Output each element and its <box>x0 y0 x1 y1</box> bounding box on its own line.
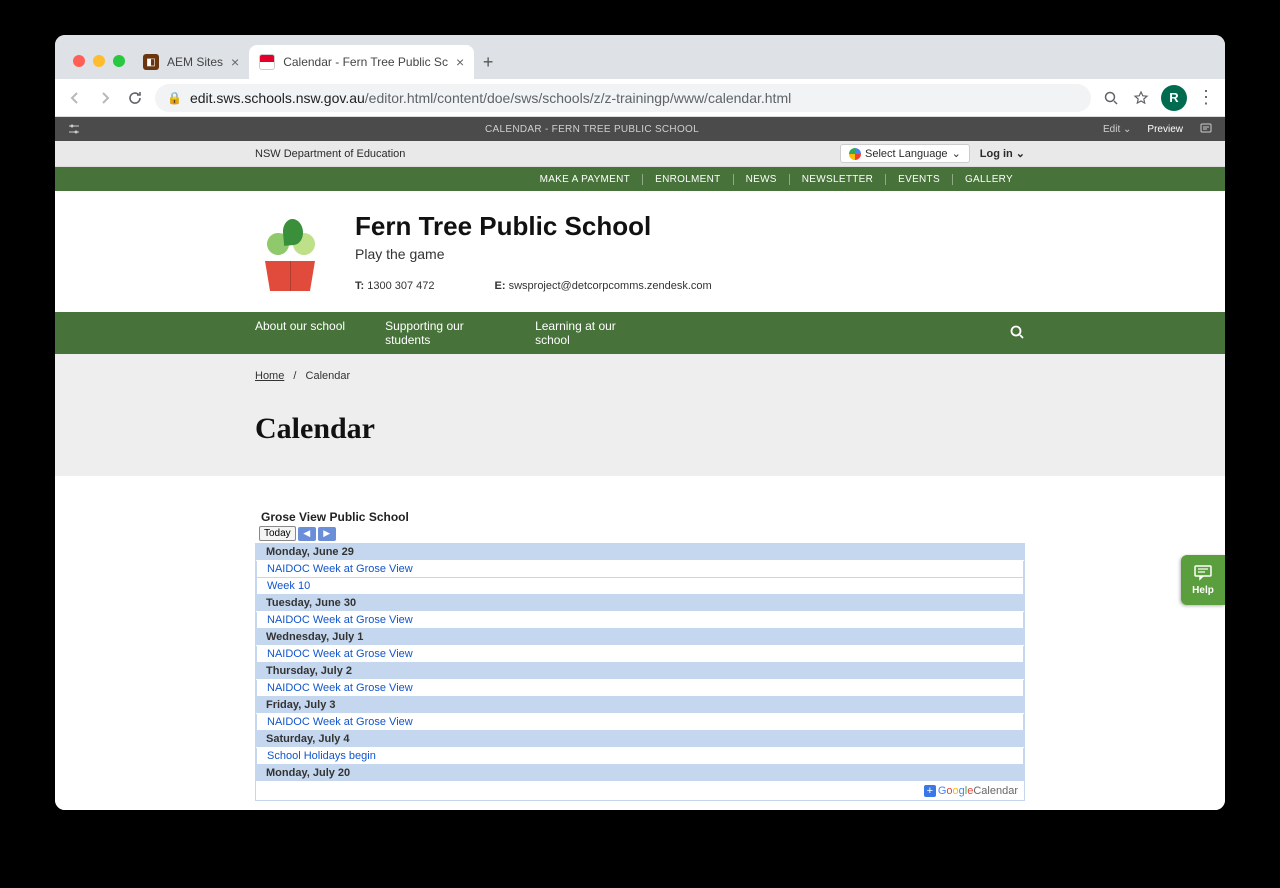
browser-tab-calendar[interactable]: Calendar - Fern Tree Public Sc × <box>249 45 474 79</box>
calendar-day-header: Monday, July 20 <box>256 765 1024 782</box>
quick-links: MAKE A PAYMENTENROLMENTNEWSNEWSLETTEREVE… <box>55 167 1225 191</box>
tab-title: AEM Sites <box>167 55 223 69</box>
phone: T: 1300 307 472 <box>355 280 435 292</box>
forward-button[interactable] <box>95 88 115 108</box>
url-field[interactable]: 🔒 edit.sws.schools.nsw.gov.au/editor.htm… <box>155 84 1091 112</box>
nav-item-supporting-our-students[interactable]: Supporting our students <box>385 319 495 348</box>
calendar-event[interactable]: Week 10 <box>256 578 1024 595</box>
new-tab-button[interactable]: + <box>474 48 502 76</box>
close-tab-icon[interactable]: × <box>456 54 464 70</box>
preview-button[interactable]: Preview <box>1147 124 1183 135</box>
page-title: Calendar <box>255 412 1025 446</box>
page-header-area: Home / Calendar Calendar <box>55 354 1225 476</box>
tab-title: Calendar - Fern Tree Public Sc <box>283 55 448 69</box>
school-motto: Play the game <box>355 246 712 262</box>
calendar-event[interactable]: NAIDOC Week at Grose View <box>256 646 1024 663</box>
maximize-window-icon[interactable] <box>113 55 125 67</box>
back-button[interactable] <box>65 88 85 108</box>
language-selector[interactable]: Select Language ⌄ <box>840 144 970 163</box>
window-controls <box>65 55 133 79</box>
quicklink-newsletter[interactable]: NEWSLETTER <box>790 174 886 185</box>
quicklink-enrolment[interactable]: ENROLMENT <box>643 174 733 185</box>
school-name: Fern Tree Public School <box>355 211 712 242</box>
help-button[interactable]: Help <box>1181 555 1225 605</box>
quicklink-events[interactable]: EVENTS <box>886 174 953 185</box>
tab-bar: ◧ AEM Sites × Calendar - Fern Tree Publi… <box>55 35 1225 79</box>
edit-mode-dropdown[interactable]: Edit ⌄ <box>1103 124 1131 135</box>
next-button[interactable]: ▶ <box>318 527 336 541</box>
school-header: Fern Tree Public School Play the game T:… <box>55 191 1225 312</box>
dept-label: NSW Department of Education <box>255 148 405 160</box>
chevron-down-icon: ⌄ <box>1123 124 1131 135</box>
calendar-day-header: Wednesday, July 1 <box>256 629 1024 646</box>
address-bar: 🔒 edit.sws.schools.nsw.gov.au/editor.htm… <box>55 79 1225 117</box>
browser-window: ◧ AEM Sites × Calendar - Fern Tree Publi… <box>55 35 1225 810</box>
login-link[interactable]: Log in ⌄ <box>980 147 1025 160</box>
quicklink-make-a-payment[interactable]: MAKE A PAYMENT <box>528 174 644 185</box>
prev-button[interactable]: ◀ <box>298 527 316 541</box>
browser-menu-icon[interactable]: ⋮ <box>1197 87 1215 108</box>
chevron-down-icon: ⌄ <box>1016 147 1025 160</box>
nav-item-about-our-school[interactable]: About our school <box>255 319 345 348</box>
quicklink-gallery[interactable]: GALLERY <box>953 174 1025 185</box>
calendar-source-title: Grose View Public School <box>255 506 1025 526</box>
page-content: NSW Department of Education Select Langu… <box>55 141 1225 810</box>
quicklink-news[interactable]: NEWS <box>734 174 790 185</box>
calendar-event[interactable]: NAIDOC Week at Grose View <box>256 714 1024 731</box>
minimize-window-icon[interactable] <box>93 55 105 67</box>
nav-item-learning-at-our-school[interactable]: Learning at our school <box>535 319 645 348</box>
calendar-event[interactable]: NAIDOC Week at Grose View <box>256 680 1024 697</box>
aem-toolbar: CALENDAR - FERN TREE PUBLIC SCHOOL Edit … <box>55 117 1225 141</box>
calendar-day-header: Saturday, July 4 <box>256 731 1024 748</box>
aem-favicon-icon: ◧ <box>143 54 159 70</box>
calendar-footer[interactable]: +GoogleCalendar <box>256 782 1024 800</box>
profile-avatar[interactable]: R <box>1161 85 1187 111</box>
browser-tab-aem[interactable]: ◧ AEM Sites × <box>133 45 249 79</box>
calendar-day-header: Friday, July 3 <box>256 697 1024 714</box>
reload-button[interactable] <box>125 88 145 108</box>
add-calendar-icon[interactable]: + <box>924 785 936 797</box>
aem-page-title: CALENDAR - FERN TREE PUBLIC SCHOOL <box>81 124 1103 135</box>
calendar-widget: Monday, June 29NAIDOC Week at Grose View… <box>255 543 1025 801</box>
email: E: swsproject@detcorpcomms.zendesk.com <box>495 280 712 292</box>
calendar-event[interactable]: School Holidays begin <box>256 748 1024 765</box>
main-nav: About our school Supporting our students L… <box>55 312 1225 354</box>
top-strip: NSW Department of Education Select Langu… <box>55 141 1225 167</box>
url-text: edit.sws.schools.nsw.gov.au/editor.html/… <box>190 90 791 106</box>
calendar-event[interactable]: NAIDOC Week at Grose View <box>256 612 1024 629</box>
calendar-event[interactable]: NAIDOC Week at Grose View <box>256 561 1024 578</box>
breadcrumb: Home / Calendar <box>255 370 1025 382</box>
breadcrumb-current: Calendar <box>306 370 351 382</box>
bookmark-icon[interactable] <box>1131 88 1151 108</box>
today-button[interactable]: Today <box>259 526 296 541</box>
close-window-icon[interactable] <box>73 55 85 67</box>
calendar-day-header: Thursday, July 2 <box>256 663 1024 680</box>
nav-search-icon[interactable] <box>1009 324 1025 343</box>
calendar-day-header: Tuesday, June 30 <box>256 595 1024 612</box>
chevron-down-icon: ⌄ <box>952 147 961 160</box>
calendar-nav: Today ◀ ▶ <box>255 526 1025 543</box>
calendar-day-header: Monday, June 29 <box>256 544 1024 561</box>
google-translate-icon <box>849 148 861 160</box>
search-icon[interactable] <box>1101 88 1121 108</box>
breadcrumb-home[interactable]: Home <box>255 370 284 382</box>
nsw-favicon-icon <box>259 54 275 70</box>
annotate-icon[interactable] <box>1199 121 1213 138</box>
lock-icon: 🔒 <box>167 91 182 105</box>
school-logo-icon <box>255 211 325 291</box>
panel-toggle-icon[interactable] <box>67 122 81 136</box>
close-tab-icon[interactable]: × <box>231 54 239 70</box>
